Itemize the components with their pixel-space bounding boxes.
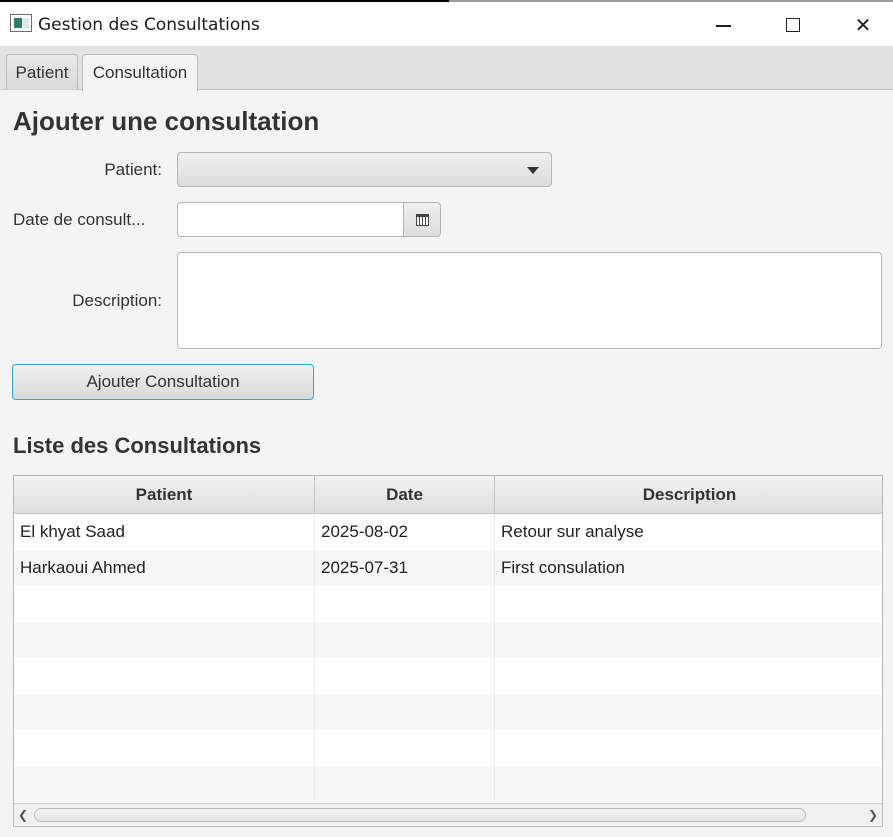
- cell-patient: Harkaoui Ahmed: [14, 550, 315, 586]
- minimize-icon: [715, 25, 731, 27]
- column-header-patient[interactable]: Patient: [14, 476, 315, 514]
- column-header-description[interactable]: Description: [495, 476, 882, 514]
- add-consultation-button[interactable]: Ajouter Consultation: [12, 364, 314, 400]
- scrollbar-thumb[interactable]: [34, 808, 806, 822]
- cell-description: Retour sur analyse: [501, 522, 644, 541]
- empty-table-row: [14, 622, 882, 658]
- close-icon: ✕: [854, 13, 872, 37]
- tab-consultation[interactable]: Consultation: [82, 54, 198, 91]
- patient-label: Patient:: [104, 160, 162, 179]
- date-picker-button[interactable]: [403, 202, 441, 237]
- chevron-down-icon: [527, 167, 539, 174]
- list-title: Liste des Consultations: [13, 433, 262, 458]
- tab-patient[interactable]: Patient: [6, 54, 78, 90]
- calendar-icon: [415, 213, 429, 226]
- table-header: Patient Date Description: [14, 476, 882, 514]
- cell-patient: El khyat Saad: [14, 514, 315, 550]
- date-label: Date de consult...: [13, 210, 146, 229]
- table-row[interactable]: Harkaoui Ahmed 2025-07-31 First consulat…: [14, 550, 882, 586]
- empty-table-row: [14, 730, 882, 766]
- empty-table-row: [14, 658, 882, 694]
- cell-date: 2025-07-31: [315, 550, 495, 586]
- consultations-table[interactable]: Patient Date Description El khyat Saad 2…: [13, 475, 883, 827]
- maximize-icon: [786, 18, 800, 32]
- form-title: Ajouter une consultation: [13, 106, 320, 136]
- cell-date: 2025-08-02: [315, 514, 495, 550]
- maximize-button[interactable]: [758, 2, 828, 48]
- window-titlebar: Gestion des Consultations ✕: [0, 0, 893, 46]
- close-button[interactable]: ✕: [828, 2, 893, 48]
- app-icon: [10, 14, 32, 32]
- description-label: Description:: [72, 291, 162, 310]
- date-input[interactable]: [177, 202, 404, 237]
- column-header-date[interactable]: Date: [315, 476, 495, 514]
- table-body: El khyat Saad 2025-08-02 Retour sur anal…: [14, 514, 882, 802]
- minimize-button[interactable]: [688, 2, 758, 48]
- table-row[interactable]: El khyat Saad 2025-08-02 Retour sur anal…: [14, 514, 882, 550]
- description-textarea[interactable]: [177, 252, 882, 349]
- scroll-right-icon[interactable]: ❯: [868, 808, 878, 822]
- empty-table-row: [14, 766, 882, 802]
- horizontal-scrollbar[interactable]: ❮ ❯: [14, 803, 882, 825]
- cell-description: First consulation: [501, 558, 625, 577]
- window-title: Gestion des Consultations: [38, 15, 260, 35]
- patient-combobox[interactable]: [177, 152, 552, 187]
- empty-table-row: [14, 694, 882, 730]
- tab-bar: Patient Consultation: [0, 46, 893, 91]
- empty-table-row: [14, 586, 882, 622]
- scroll-left-icon[interactable]: ❮: [18, 808, 28, 822]
